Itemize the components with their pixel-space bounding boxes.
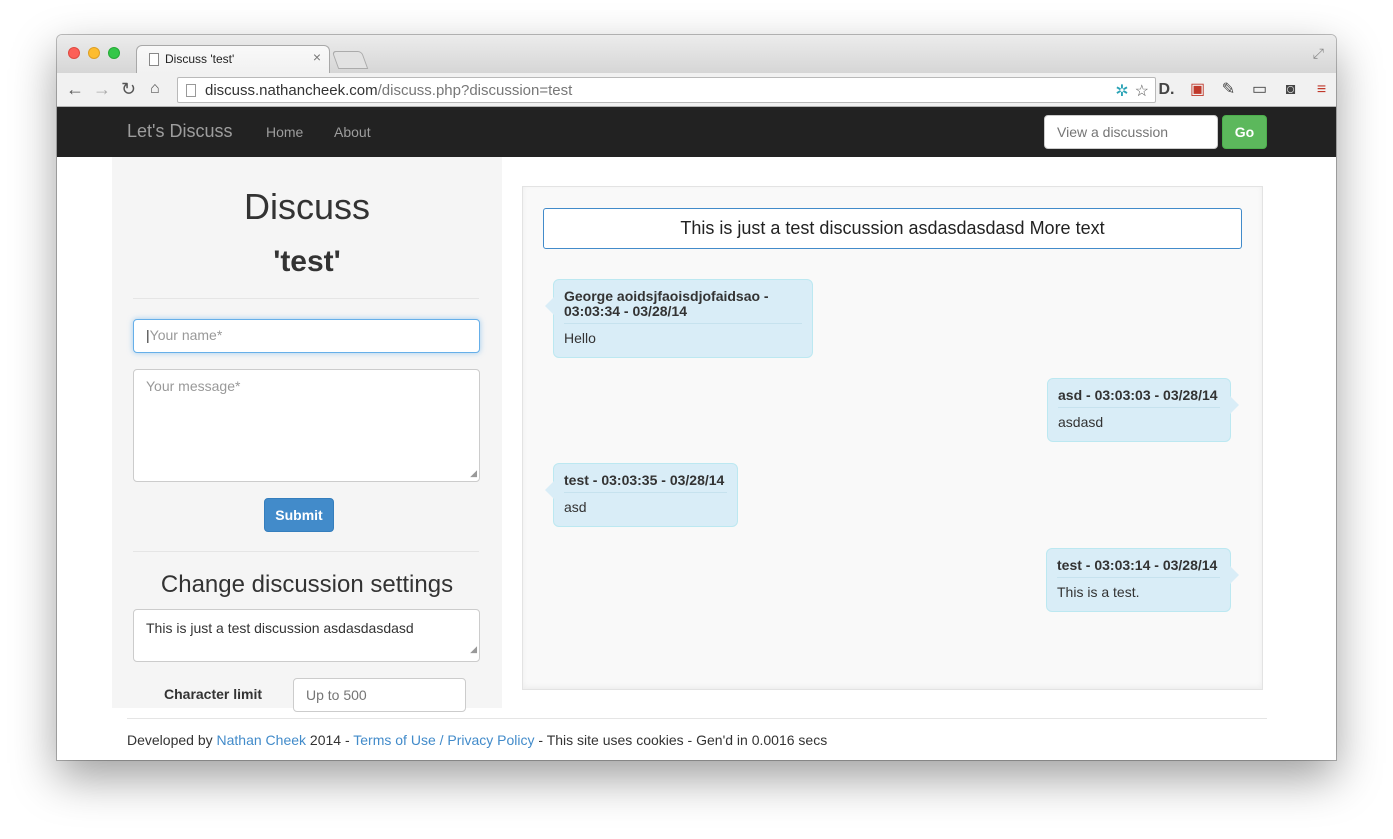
site-footer: Developed by Nathan Cheek 2014 - Terms o… [127, 732, 827, 748]
name-placeholder: Your name* [149, 327, 223, 343]
bookmark-star-icon[interactable]: ☆ [1135, 83, 1149, 100]
discuss-heading: Discuss [243, 186, 371, 227]
nav-link-about[interactable]: About [334, 124, 371, 140]
message-text: This is a test. [1057, 584, 1140, 600]
message-bubble: test - 03:03:14 - 03/28/14 This is a tes… [1046, 548, 1239, 612]
forward-arrow-icon[interactable]: → [93, 78, 111, 100]
message-meta: test - 03:03:35 - 03/28/14 [564, 473, 727, 493]
name-input[interactable]: |Your name* [133, 319, 480, 353]
message-meta: George aoidsjfaoisdjofaidsao - 03:03:34 … [564, 289, 802, 324]
discussion-name-heading: 'test' [273, 245, 341, 278]
settings-heading: Change discussion settings [160, 571, 454, 598]
nav-link-home[interactable]: Home [266, 124, 303, 140]
message-textarea[interactable]: Your message* ◢ [133, 369, 480, 482]
reload-icon[interactable]: ↻ [121, 78, 136, 100]
home-icon[interactable]: ⌂ [150, 78, 160, 100]
footer-prefix: Developed by [127, 732, 217, 748]
post-sidebar: Discuss 'test' |Your name* Your message*… [112, 157, 502, 712]
extension-bookmark-icon[interactable]: ▣ [1182, 79, 1213, 99]
author-link[interactable]: Nathan Cheek [217, 732, 307, 748]
tab-strip: Discuss 'test' × ⤢ [57, 35, 1336, 73]
address-bar[interactable]: discuss.nathancheek.com/discuss.php?disc… [177, 77, 1156, 103]
footer-year: 2014 - [306, 732, 354, 748]
divider [133, 298, 479, 299]
go-button[interactable]: Go [1222, 115, 1267, 149]
resize-handle-icon[interactable]: ◢ [470, 468, 477, 479]
fullscreen-icon[interactable]: ⤢ [1313, 45, 1324, 62]
extension-glasses-icon[interactable]: ◙ [1275, 81, 1306, 99]
url-host: discuss.nathancheek.com [205, 82, 378, 99]
page-icon [149, 53, 159, 66]
web-page: Let's Discuss Home About Go Discuss 'tes… [57, 107, 1336, 760]
message-bubble: George aoidsjfaoisdjofaidsao - 03:03:34 … [545, 279, 813, 358]
cast-icon[interactable]: ▭ [1244, 79, 1275, 99]
topic-textarea[interactable]: This is just a test discussion asdasdasd… [133, 609, 480, 662]
submit-button[interactable]: Submit [264, 498, 334, 532]
discussion-topic: This is just a test discussion asdasdasd… [543, 208, 1242, 249]
tab-title: Discuss 'test' [165, 52, 235, 66]
tab-close-icon[interactable]: × [313, 49, 321, 65]
extension-network-icon[interactable]: ✲ [1115, 83, 1128, 100]
minimize-window-button[interactable] [88, 47, 100, 59]
message-bubble: asd - 03:03:03 - 03/28/14 asdasd [1047, 378, 1239, 442]
page-icon [186, 84, 196, 97]
omnibox-icons: ✲ ☆ [1109, 81, 1149, 101]
message-bubble: test - 03:03:35 - 03/28/14 asd [545, 463, 738, 527]
terms-link[interactable]: Terms of Use / Privacy Policy [353, 732, 534, 748]
extension-icons: D. ▣ ✎ ▭ ◙ ≡ [1151, 79, 1336, 99]
character-limit-input[interactable] [293, 678, 466, 712]
resize-handle-icon[interactable]: ◢ [470, 639, 477, 659]
url-text[interactable]: discuss.nathancheek.com/discuss.php?disc… [205, 82, 572, 99]
browser-tab[interactable]: Discuss 'test' × [136, 45, 330, 73]
back-arrow-icon[interactable]: ← [66, 78, 84, 100]
divider [133, 551, 479, 552]
message-text: asdasd [1058, 414, 1104, 430]
site-navbar: Let's Discuss Home About Go [57, 107, 1336, 157]
site-brand-link[interactable]: Let's Discuss [127, 121, 232, 142]
extension-d-icon[interactable]: D. [1151, 81, 1182, 99]
footer-suffix: - This site uses cookies - Gen'd in 0.00… [534, 732, 828, 748]
message-meta: asd - 03:03:03 - 03/28/14 [1058, 388, 1220, 408]
zoom-window-button[interactable] [108, 47, 120, 59]
close-window-button[interactable] [68, 47, 80, 59]
wrench-icon[interactable]: ✎ [1213, 79, 1244, 99]
browser-toolbar: ← → ↻ ⌂ discuss.nathancheek.com/discuss.… [57, 73, 1336, 107]
message-meta: test - 03:03:14 - 03/28/14 [1057, 558, 1220, 578]
menu-icon[interactable]: ≡ [1306, 81, 1336, 99]
footer-divider [127, 718, 1267, 719]
message-text: Hello [564, 330, 596, 346]
topic-textarea-value: This is just a test discussion asdasdasd… [146, 620, 414, 661]
url-path: /discuss.php?discussion=test [377, 82, 573, 99]
new-tab-button[interactable] [331, 51, 369, 69]
view-discussion-input[interactable] [1044, 115, 1218, 149]
message-placeholder: Your message* [146, 378, 241, 394]
browser-window: Discuss 'test' × ⤢ ← → ↻ ⌂ discuss.natha… [57, 35, 1336, 760]
discussion-panel: This is just a test discussion asdasdasd… [522, 186, 1263, 690]
message-text: asd [564, 499, 587, 515]
character-limit-label: Character limit [164, 686, 263, 702]
